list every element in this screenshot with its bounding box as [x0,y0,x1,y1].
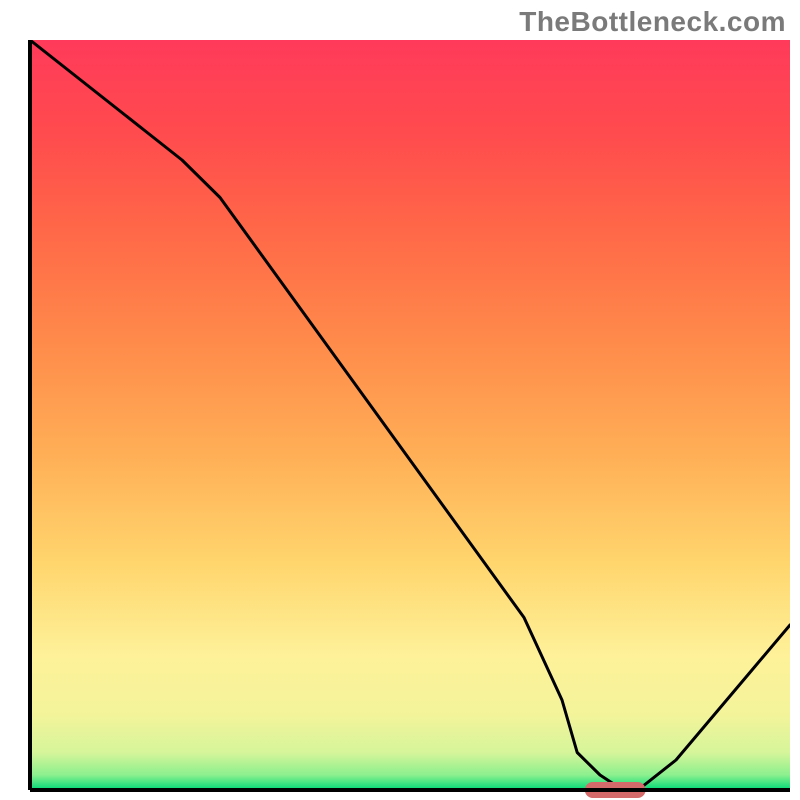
bottleneck-chart [0,0,800,800]
watermark-text: TheBottleneck.com [519,6,786,38]
gradient-background [30,40,790,790]
chart-container: TheBottleneck.com [0,0,800,800]
